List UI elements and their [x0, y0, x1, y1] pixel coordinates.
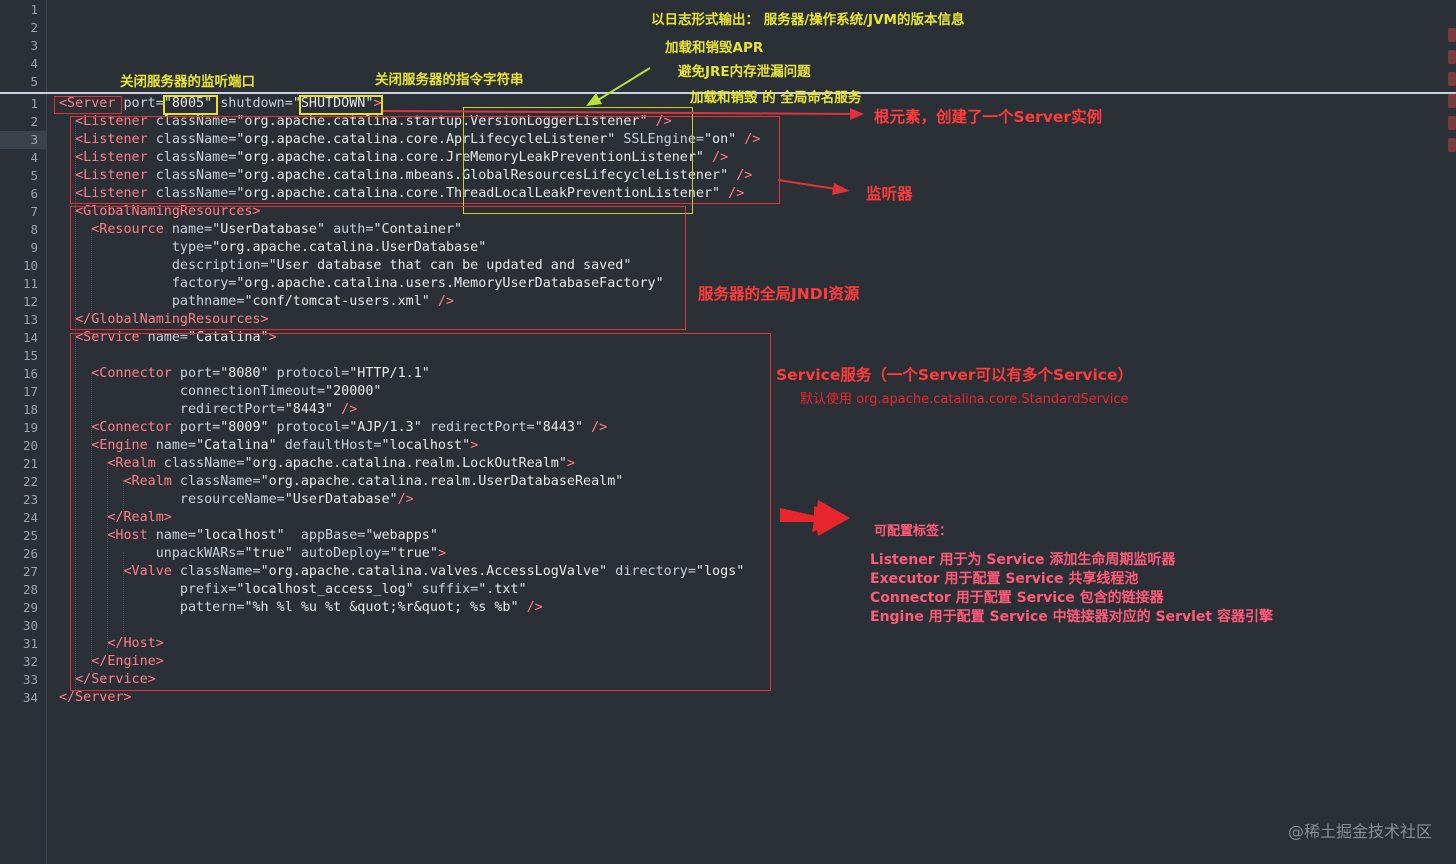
annotation-configurable-item: Connector 用于配置 Service 包含的链接器 [870, 590, 1164, 606]
annotation-configurable-title: 可配置标签： [874, 524, 953, 539]
annotation-configurable-item: Listener 用于为 Service 添加生命周期监听器 [870, 552, 1176, 568]
annotation-listener: 监听器 [866, 185, 913, 203]
annotation-version-info: 以日志形式输出： 服务器/操作系统/JVM的版本信息 [651, 12, 965, 28]
annotation-apr: 加载和销毁APR [665, 40, 764, 56]
annotation-root-element: 根元素，创建了一个Server实例 [874, 108, 1103, 126]
annotation-jndi: 服务器的全局JNDI资源 [698, 285, 860, 303]
annotation-service-title: Service服务（一个Server可以有多个Service） [776, 366, 1133, 384]
annotation-service-default: 默认使用 org.apache.catalina.core.StandardSe… [800, 392, 1129, 407]
annotation-global-naming: 加载和销毁 的 全局命名服务 [690, 90, 862, 106]
annotation-configurable-item: Executor 用于配置 Service 共享线程池 [870, 571, 1139, 587]
annotation-jre-leak: 避免JRE内存泄漏问题 [678, 64, 811, 80]
annotation-shutdown-cmd: 关闭服务器的指令字符串 [375, 72, 524, 88]
annotation-shutdown-port: 关闭服务器的监听端口 [120, 74, 255, 90]
annotation-arrows [382, 67, 864, 536]
watermark: @稀土掘金技术社区 [1287, 822, 1432, 841]
annotation-configurable-item: Engine 用于配置 Service 中链接器对应的 Servlet 容器引擎 [870, 609, 1273, 625]
